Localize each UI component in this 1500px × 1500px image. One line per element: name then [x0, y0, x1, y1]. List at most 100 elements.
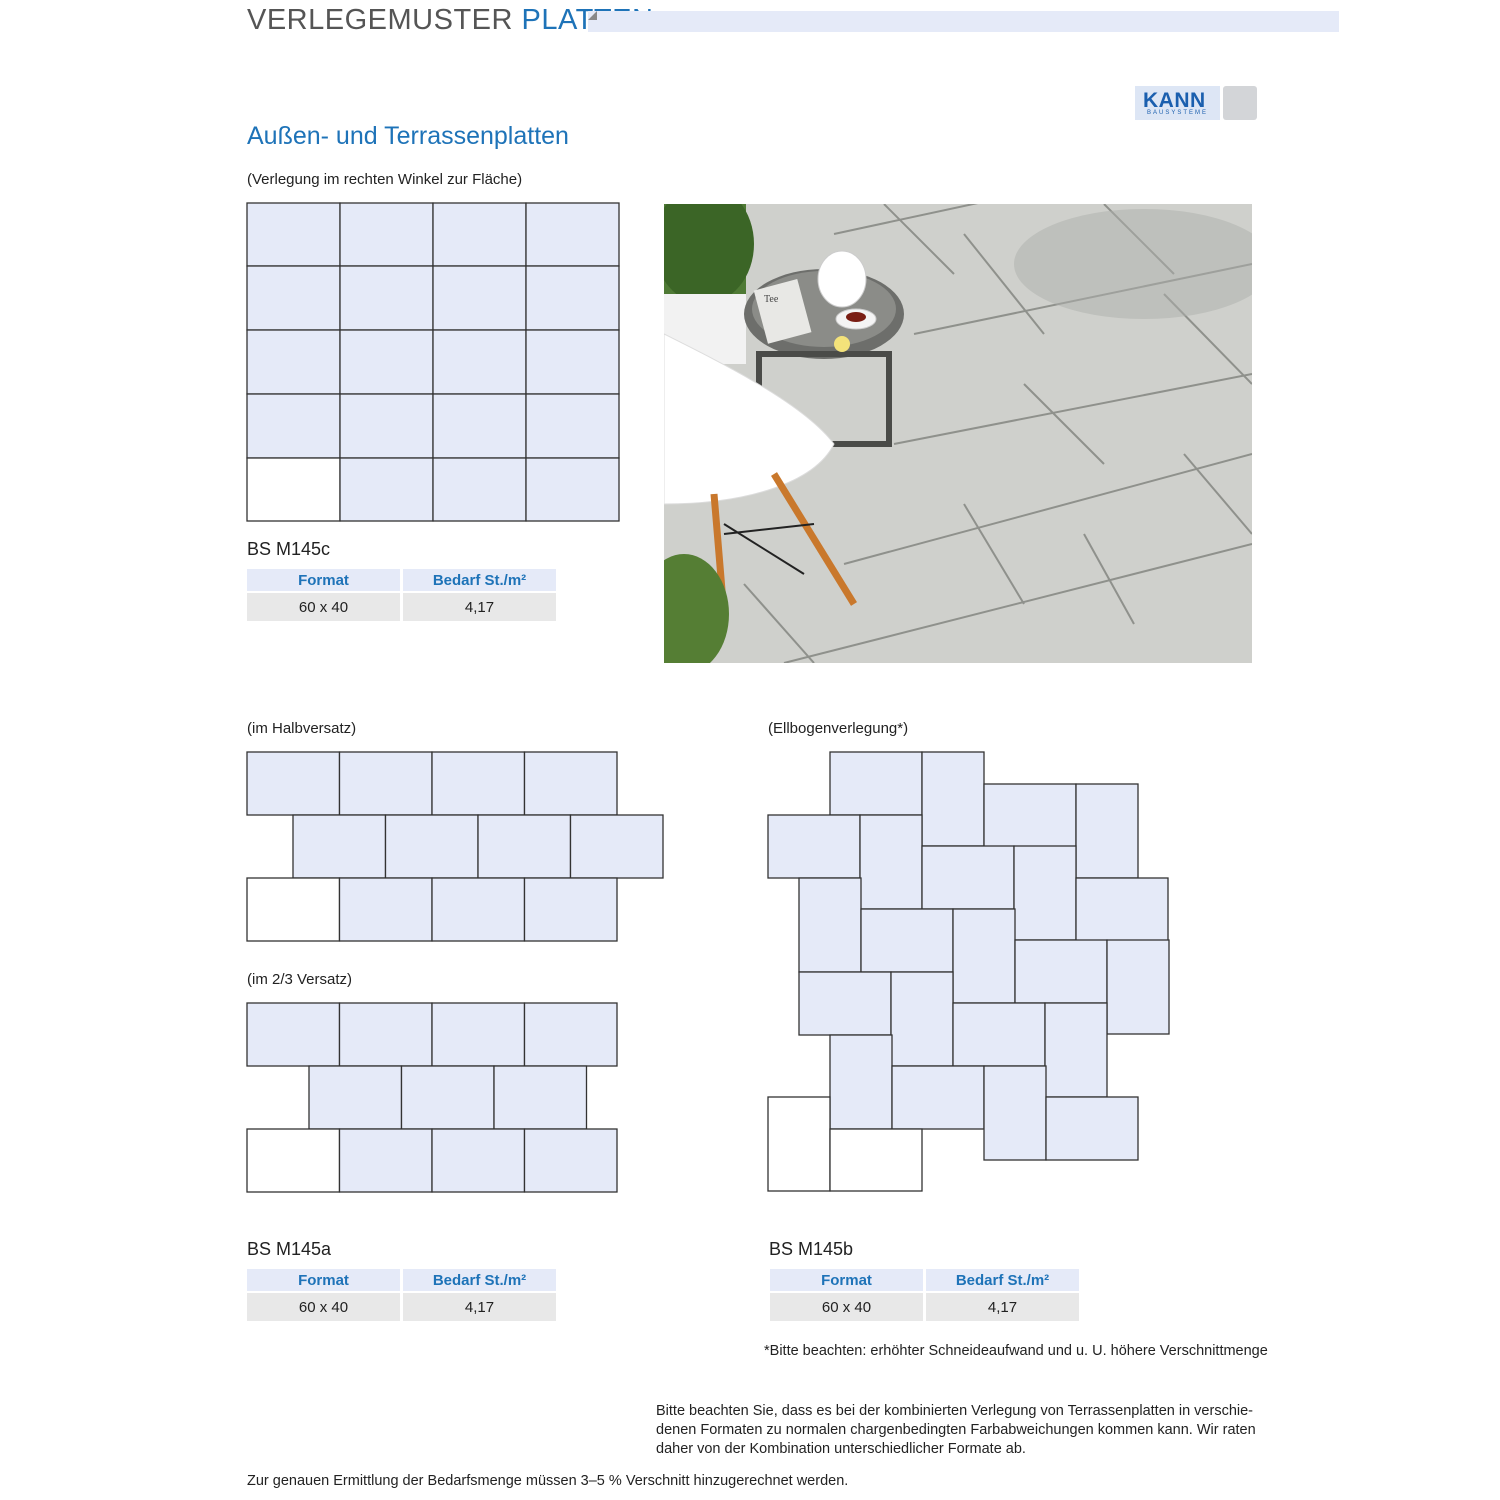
- tile: [952, 1002, 1046, 1067]
- tile: [890, 971, 954, 1067]
- pattern-halbversatz-diagram: [246, 751, 664, 942]
- pattern-zweidrittel-diagram: [246, 1002, 618, 1193]
- spec-format-value: 60 x 40: [770, 1293, 923, 1321]
- tile: [432, 265, 527, 331]
- tile: [246, 202, 341, 267]
- spec-bedarf-value: 4,17: [403, 1293, 556, 1321]
- book-label: Tee: [764, 294, 779, 305]
- tile: [477, 814, 572, 879]
- verschnitt-note: Zur genauen Ermittlung der Bedarfsmenge …: [247, 1473, 849, 1489]
- tile: [339, 457, 434, 522]
- spec-bedarf-value: 4,17: [403, 593, 556, 621]
- tile: [431, 751, 526, 816]
- pattern-rechter-winkel-diagram: [246, 202, 620, 522]
- tile: [493, 1065, 588, 1130]
- tile-empty: [246, 457, 341, 522]
- spec-header-format: Format: [770, 1269, 923, 1291]
- tile: [246, 329, 341, 395]
- tile: [860, 908, 954, 973]
- kann-logo: KANN BAUSYSTEME: [1135, 86, 1257, 120]
- tile: [246, 393, 341, 459]
- tile: [1044, 1002, 1108, 1098]
- tile-empty: [767, 1096, 831, 1192]
- spec-table-m145c: Format Bedarf St./m² 60 x 40 4,17: [244, 567, 559, 623]
- tile: [338, 1002, 433, 1067]
- tile: [338, 1128, 433, 1193]
- combination-note-line: denen Formaten zu normalen chargenbeding…: [656, 1422, 1256, 1438]
- tile: [767, 814, 861, 879]
- spec-table-m145b: Format Bedarf St./m² 60 x 40 4,17: [767, 1267, 1082, 1323]
- tile: [246, 265, 341, 331]
- teapot: [817, 250, 867, 308]
- tile: [308, 1065, 403, 1130]
- header-title-main: VERLEGEMUSTER: [247, 4, 513, 36]
- tile: [432, 329, 527, 395]
- spec-header-bedarf: Bedarf St./m²: [403, 569, 556, 591]
- caption-ellbogen: (Ellbogenverlegung*): [768, 720, 909, 737]
- section-title: Außen- und Terrassenplatten: [247, 122, 569, 150]
- tile: [859, 814, 923, 910]
- logo-square: [1223, 86, 1257, 120]
- tile: [569, 814, 664, 879]
- combination-note-line: daher von der Kombination unterschiedlic…: [656, 1441, 1026, 1457]
- tile: [338, 751, 433, 816]
- tile: [384, 814, 479, 879]
- tile: [1106, 939, 1170, 1035]
- spec-bedarf-value: 4,17: [926, 1293, 1079, 1321]
- tile: [921, 751, 985, 847]
- tile: [523, 1128, 618, 1193]
- tile: [432, 393, 527, 459]
- tile: [525, 265, 620, 331]
- spec-header-format: Format: [247, 1269, 400, 1291]
- tile: [525, 457, 620, 522]
- tile: [1075, 877, 1169, 942]
- tile: [432, 457, 527, 522]
- caption-zweidrittel-versatz: (im 2/3 Versatz): [247, 971, 353, 988]
- tile: [431, 1002, 526, 1067]
- spec-header-format: Format: [247, 569, 400, 591]
- tile: [798, 971, 892, 1036]
- logo-subtitle: BAUSYSTEME: [1147, 110, 1209, 116]
- spec-header-bedarf: Bedarf St./m²: [926, 1269, 1079, 1291]
- tile: [921, 845, 1015, 910]
- caption-halbversatz: (im Halbversatz): [247, 720, 357, 737]
- tile: [339, 329, 434, 395]
- tile: [339, 265, 434, 331]
- tile: [400, 1065, 495, 1130]
- spec-table-m145a: Format Bedarf St./m² 60 x 40 4,17: [244, 1267, 559, 1323]
- spec-format-value: 60 x 40: [247, 1293, 400, 1321]
- tile: [431, 1128, 526, 1193]
- tile: [891, 1065, 985, 1130]
- tile-empty: [829, 1128, 923, 1192]
- tile: [798, 877, 862, 973]
- tile: [1075, 783, 1139, 879]
- footnote-ellbogen: *Bitte beachten: erhöhter Schneideaufwan…: [764, 1343, 1268, 1359]
- tile: [246, 1002, 341, 1067]
- tile: [525, 202, 620, 267]
- tea: [846, 312, 866, 322]
- combination-note: Bitte beachten Sie, dass es bei der komb…: [656, 1402, 1276, 1459]
- tile: [829, 751, 923, 816]
- header-corner-mark: [588, 11, 597, 20]
- pattern-ellbogen-diagram: [767, 751, 1170, 1192]
- spec-format-value: 60 x 40: [247, 593, 400, 621]
- caption-rechter-winkel: (Verlegung im rechten Winkel zur Fläche): [247, 171, 523, 188]
- tile: [983, 783, 1077, 848]
- tile: [292, 814, 387, 879]
- header-bar: [588, 11, 1339, 32]
- model-bs-m145a: BS M145a: [247, 1239, 332, 1259]
- tile-empty: [246, 1128, 341, 1193]
- tile: [523, 1002, 618, 1067]
- tile: [246, 751, 341, 816]
- tile-empty: [246, 877, 341, 942]
- tile: [523, 877, 618, 942]
- spec-header-bedarf: Bedarf St./m²: [403, 1269, 556, 1291]
- tile: [983, 1065, 1047, 1161]
- tile: [339, 202, 434, 267]
- tile: [338, 877, 433, 942]
- tile: [431, 877, 526, 942]
- tile: [1014, 939, 1108, 1004]
- lemon: [834, 336, 850, 352]
- model-bs-m145c: BS M145c: [247, 539, 331, 559]
- tile: [1013, 845, 1077, 941]
